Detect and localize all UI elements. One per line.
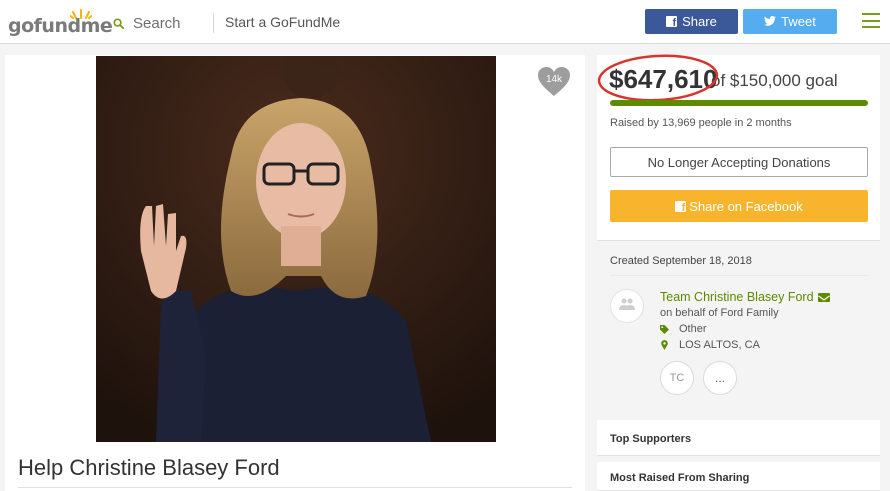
category-label[interactable]: Other — [679, 323, 707, 335]
most-raised-heading: Most Raised From Sharing — [610, 472, 750, 484]
tweet-label: Tweet — [781, 14, 816, 29]
facebook-share-button[interactable]: Share — [645, 9, 738, 34]
organizer-name: Team Christine Blasey Ford — [660, 290, 814, 304]
created-date: Created September 18, 2018 — [610, 255, 752, 267]
people-icon — [619, 297, 635, 316]
campaign-photo — [96, 56, 496, 442]
share-on-facebook-button[interactable]: Share on Facebook — [610, 190, 868, 222]
search-link[interactable]: Search — [113, 12, 181, 34]
map-pin-icon — [660, 340, 669, 350]
organizer-avatar — [610, 289, 644, 323]
tweet-button[interactable]: Tweet — [743, 9, 837, 34]
facebook-icon — [675, 200, 687, 214]
site-header: gofundme Search Start a GoFundMe Share T… — [0, 0, 890, 44]
share-on-facebook-label: Share on Facebook — [689, 198, 803, 214]
menu-icon[interactable] — [862, 13, 880, 28]
mail-icon[interactable] — [817, 292, 830, 302]
facebook-share-label: Share — [682, 14, 717, 29]
top-supporters-heading: Top Supporters — [610, 433, 692, 445]
search-icon — [113, 17, 124, 29]
header-divider — [213, 13, 214, 33]
location-label: LOS ALTOS, CA — [679, 339, 760, 351]
campaign-title: Help Christine Blasey Ford — [18, 455, 280, 480]
gofundme-logo[interactable]: gofundme — [8, 9, 113, 37]
organizer-name-link[interactable]: Team Christine Blasey Ford — [660, 290, 830, 304]
title-divider — [18, 487, 572, 488]
start-gofundme-link[interactable]: Start a GoFundMe — [225, 14, 340, 30]
organizer-behalf: on behalf of Ford Family — [660, 307, 779, 319]
location-row: LOS ALTOS, CA — [660, 339, 760, 351]
twitter-icon — [764, 14, 777, 29]
logo-wordmark: gofundme — [8, 15, 113, 37]
highlight-circle — [597, 54, 719, 102]
team-member-avatar[interactable]: TC — [660, 361, 694, 395]
more-team-members-button[interactable]: ... — [703, 361, 737, 395]
raised-by-text: Raised by 13,969 people in 2 months — [610, 117, 792, 129]
created-divider — [610, 275, 868, 276]
heart-count: 14k — [545, 74, 563, 85]
goal-text: of $150,000 goal — [711, 71, 838, 90]
facebook-icon — [666, 16, 678, 29]
progress-bar — [610, 100, 868, 106]
no-longer-accepting-button[interactable]: No Longer Accepting Donations — [610, 147, 868, 177]
category-row: Other — [660, 323, 707, 335]
search-label: Search — [133, 14, 181, 32]
tag-icon — [660, 324, 669, 334]
